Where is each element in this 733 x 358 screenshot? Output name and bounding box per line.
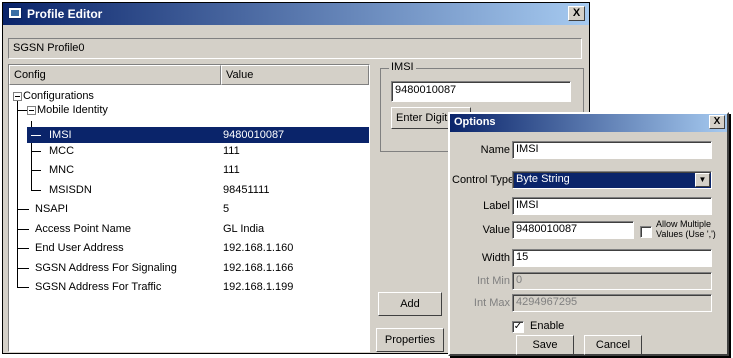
label-label: Label [483, 200, 510, 212]
options-title: Options [454, 116, 496, 128]
int-max-label: Int Max [473, 297, 510, 309]
collapse-icon[interactable] [27, 106, 36, 115]
tree-item-value: 192.168.1.160 [223, 242, 294, 254]
tree-line [17, 110, 27, 111]
tree-line [17, 287, 29, 288]
tree-item-end-user-address[interactable]: End User Address [35, 240, 124, 256]
control-type-value: Byte String [516, 173, 570, 185]
tree-line [31, 190, 41, 191]
tree-line [31, 151, 41, 152]
tree-item-value: 192.168.1.199 [223, 281, 294, 293]
tree-item-value: 9480010087 [223, 129, 285, 141]
collapse-icon[interactable] [13, 92, 22, 101]
options-close-button[interactable]: X [709, 115, 725, 129]
int-min-input: 0 [512, 272, 712, 290]
allow-multiple-line1: Allow Multiple [656, 219, 712, 229]
int-min-label: Int Min [476, 275, 510, 287]
imsi-value-input[interactable]: 9480010087 [391, 81, 571, 102]
title-bar: Profile Editor X [3, 3, 589, 25]
tree-item-value: 111 [223, 145, 240, 157]
width-label: Width [481, 252, 510, 264]
config-tree[interactable]: Config Value Configurations Mobile Ident… [8, 64, 370, 352]
tree-item-nsapi[interactable]: NSAPI [35, 201, 68, 217]
allow-multiple-line2: Values (Use ',') [656, 229, 716, 239]
tree-item-sgsn-address-signaling[interactable]: SGSN Address For Signaling [35, 260, 177, 276]
tree-item-value: GL India [223, 223, 265, 235]
allow-multiple-checkbox[interactable] [640, 226, 652, 238]
tree-item-imsi[interactable]: IMSI 9480010087 [27, 127, 369, 143]
value-input[interactable]: 9480010087 [512, 221, 634, 239]
name-label: Name [480, 144, 510, 156]
options-title-bar: Options X [450, 114, 727, 132]
tree-item-value: 5 [223, 203, 230, 215]
tree-line [17, 229, 29, 230]
window-app-icon [8, 7, 22, 19]
tree-group-mobile-identity[interactable]: Mobile Identity [37, 102, 108, 118]
label-input[interactable]: IMSI [512, 197, 712, 215]
cancel-button[interactable]: Cancel [584, 335, 642, 355]
tree-line [31, 135, 41, 136]
column-header-config[interactable]: Config [9, 65, 221, 85]
options-dialog: Options X Name IMSI Control Type Byte St… [448, 112, 729, 356]
tree-item-access-point-name[interactable]: Access Point Name [35, 221, 131, 237]
tree-item-msisdn[interactable]: MSISDN [49, 182, 92, 198]
value-label: Value [482, 224, 510, 236]
window-title: Profile Editor [27, 7, 103, 21]
tree-line [31, 170, 41, 171]
close-button[interactable]: X [568, 6, 585, 21]
tree-item-value: 98451111 [223, 184, 270, 196]
column-header-value[interactable]: Value [221, 65, 369, 85]
control-type-select[interactable]: Byte String ▼ [512, 171, 712, 189]
tree-line [17, 248, 29, 249]
imsi-group-legend: IMSI [389, 61, 416, 73]
tree-item-mnc[interactable]: MNC [49, 162, 74, 178]
tree-item-name: IMSI [49, 129, 72, 141]
control-type-label: Control Type [452, 174, 515, 186]
enable-checkbox[interactable]: ✓ [512, 321, 524, 333]
tree-item-sgsn-address-traffic[interactable]: SGSN Address For Traffic [35, 279, 161, 295]
save-button[interactable]: Save [516, 335, 574, 355]
tree-item-value: 111 [223, 164, 240, 176]
profile-name-bar: SGSN Profile0 [8, 38, 582, 59]
width-input[interactable]: 15 [512, 249, 712, 267]
name-input[interactable]: IMSI [512, 141, 712, 159]
int-max-input: 4294967295 [512, 294, 712, 312]
properties-button[interactable]: Properties [376, 328, 444, 352]
tree-item-mcc[interactable]: MCC [49, 143, 74, 159]
tree-line [17, 268, 29, 269]
tree-line [17, 209, 29, 210]
tree-line [17, 101, 18, 287]
allow-multiple-label: Allow Multiple Values (Use ',') [656, 219, 716, 239]
add-button[interactable]: Add [378, 292, 442, 316]
tree-item-value: 192.168.1.166 [223, 262, 294, 274]
enable-label: Enable [530, 320, 565, 332]
chevron-down-icon[interactable]: ▼ [695, 173, 710, 187]
